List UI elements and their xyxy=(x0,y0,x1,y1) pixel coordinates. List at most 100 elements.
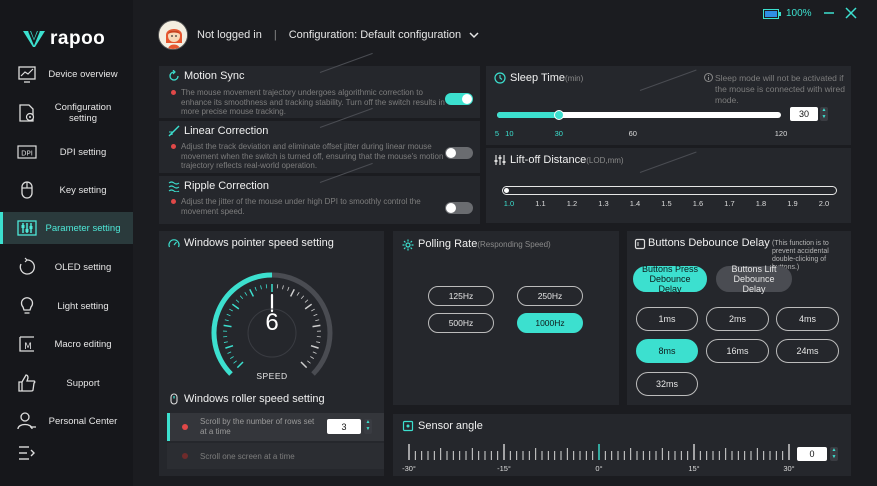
sleep-tick-label: 5 xyxy=(494,129,500,138)
gauge-tick xyxy=(230,356,234,359)
lift-off-tick-label: 1.2 xyxy=(566,199,578,208)
debounce-4ms-button[interactable]: 4ms xyxy=(776,307,839,331)
minimize-icon[interactable] xyxy=(821,5,837,21)
rapoo-v-logo-icon xyxy=(23,30,45,47)
sleep-tick-label: 120 xyxy=(774,129,788,138)
oled-icon xyxy=(19,257,35,275)
radio-unselected[interactable] xyxy=(182,453,188,459)
debounce-2ms-button[interactable]: 2ms xyxy=(706,307,769,331)
bulb-icon xyxy=(20,297,34,314)
battery-percent: 100% xyxy=(786,8,812,19)
lift-off-tick-label: 1.4 xyxy=(629,199,641,208)
gauge-tick xyxy=(313,313,318,317)
sleep-time-value[interactable]: 30 xyxy=(790,107,818,121)
gauge-tick xyxy=(236,361,244,369)
status-dot xyxy=(171,90,176,95)
pointer-speed-title: Windows pointer speed setting xyxy=(184,237,334,249)
gauge-tick xyxy=(223,341,228,343)
configuration-select[interactable]: Configuration: Default configuration xyxy=(289,29,461,41)
sidebar-item-support[interactable]: Support xyxy=(0,367,133,399)
sleep-time-note: Sleep mode will not be activated if the … xyxy=(715,73,845,105)
polling-1000hz-button[interactable]: 1000Hz xyxy=(517,313,583,333)
pointer-speed-caption: SPEED xyxy=(256,371,288,381)
gauge-tick xyxy=(304,299,309,303)
radio-selected[interactable] xyxy=(182,424,188,430)
debounce-press-mode-button[interactable]: Buttons Press Debounce Delay xyxy=(633,264,707,294)
sidebar-item-configuration-setting[interactable]: Configuration setting xyxy=(0,97,133,129)
sensor-angle-tick-label: 30° xyxy=(783,464,795,473)
sidebar-item-label: Configuration setting xyxy=(54,102,112,124)
ripple-correction-toggle[interactable] xyxy=(445,202,473,214)
polling-500hz-button[interactable]: 500Hz xyxy=(428,313,494,333)
roller-rows-value[interactable]: 3 xyxy=(327,419,361,434)
login-status[interactable]: Not logged in xyxy=(197,29,262,41)
sensor-angle-scale[interactable] xyxy=(407,442,793,462)
sidebar-item-label: Device overview xyxy=(48,68,118,80)
debounce-panel: Buttons Debounce Delay (This function is… xyxy=(627,231,851,405)
roller-option-rows[interactable]: Scroll by the number of rows set at a ti… xyxy=(167,413,384,441)
gauge-tick xyxy=(225,344,234,349)
sidebar-item-light-setting[interactable]: Light setting xyxy=(0,290,133,322)
sleep-time-stepper[interactable]: ▲ ▼ xyxy=(820,107,828,121)
gauge-tick xyxy=(227,351,232,354)
roller-rows-stepper[interactable]: ▲ ▼ xyxy=(364,419,372,434)
lift-off-tick-label: 1.5 xyxy=(661,199,672,208)
linear-correction-toggle[interactable] xyxy=(445,147,473,159)
lift-off-slider-track[interactable] xyxy=(502,186,837,195)
sidebar-item-oled-setting[interactable]: OLED setting xyxy=(0,251,133,283)
avatar[interactable] xyxy=(158,20,188,50)
motion-sync-description: The mouse movement trajectory undergoes … xyxy=(181,88,445,116)
debounce-title: Buttons Debounce Delay xyxy=(648,237,770,249)
selection-indicator xyxy=(167,413,170,441)
lift-off-tick-label: 1.3 xyxy=(598,199,609,208)
sensor-angle-panel: Sensor angle -30° -15° 0° 15° 30° 0 ▲ ▼ xyxy=(393,414,851,476)
sensor-angle-value[interactable]: 0 xyxy=(797,447,827,461)
roller-speed-title: Windows roller speed setting xyxy=(184,393,325,405)
sidebar-item-dpi-setting[interactable]: DPI DPI setting xyxy=(0,136,133,168)
sidebar-item-personal-center[interactable]: Personal Center xyxy=(0,405,133,437)
sensor-angle-tick-label: -30° xyxy=(402,464,416,473)
chevron-down-icon[interactable] xyxy=(469,31,479,39)
sidebar-item-parameter-setting[interactable]: Parameter setting xyxy=(0,212,133,244)
linear-correction-description: Adjust the track deviation and eliminate… xyxy=(181,142,444,170)
sidebar-item-macro-editing[interactable]: M Macro editing xyxy=(0,328,133,360)
debounce-24ms-button[interactable]: 24ms xyxy=(776,339,839,363)
sensor-angle-stepper[interactable]: ▲ ▼ xyxy=(830,447,838,461)
collapse-menu-icon[interactable] xyxy=(17,444,37,462)
gauge-tick xyxy=(244,292,248,296)
linear-correction-panel: Linear Correction Adjust the track devia… xyxy=(159,121,480,173)
roller-option-screen[interactable]: Scroll one screen at a time xyxy=(167,443,384,469)
sleep-tick-label: 10 xyxy=(505,129,514,138)
polling-250hz-button[interactable]: 250Hz xyxy=(517,286,583,306)
gauge-tick xyxy=(235,299,240,303)
sidebar-item-label: Support xyxy=(66,377,100,389)
logo-text: rapoo xyxy=(50,28,106,49)
motion-sync-toggle[interactable] xyxy=(445,93,473,105)
pointer-speed-panel: Windows pointer speed setting 6 SPEED Wi… xyxy=(159,231,384,476)
debounce-16ms-button[interactable]: 16ms xyxy=(706,339,769,363)
lift-off-slider-thumb[interactable] xyxy=(504,188,509,193)
gauge-tick xyxy=(300,361,308,369)
roller-option-screen-label: Scroll one screen at a time xyxy=(200,452,295,461)
lift-off-tick-label: 1.7 xyxy=(724,199,735,208)
gauge-tick xyxy=(233,360,237,364)
debounce-lift-mode-button[interactable]: Buttons Lift Debounce Delay xyxy=(716,264,792,294)
sidebar-item-device-overview[interactable]: Device overview xyxy=(0,58,133,90)
sleep-time-panel: Sleep Time(min) Sleep mode will not be a… xyxy=(486,66,851,145)
status-dot xyxy=(171,144,176,149)
sleep-time-slider-track[interactable] xyxy=(497,110,781,120)
sidebar-item-key-setting[interactable]: Key setting xyxy=(0,174,133,206)
debounce-32ms-button[interactable]: 32ms xyxy=(636,372,698,396)
macro-icon: M xyxy=(19,336,34,352)
gauge-tick xyxy=(287,286,290,291)
gauge-tick xyxy=(300,295,305,300)
sensor-angle-tick-label: -15° xyxy=(497,464,511,473)
sidebar-item-label: Parameter setting xyxy=(45,222,121,234)
lift-off-icon xyxy=(494,155,506,165)
debounce-1ms-button[interactable]: 1ms xyxy=(636,307,698,331)
polling-125hz-button[interactable]: 125Hz xyxy=(428,286,494,306)
debounce-8ms-button[interactable]: 8ms xyxy=(636,339,698,363)
close-icon[interactable] xyxy=(843,5,859,21)
header: Not logged in | Configuration: Default c… xyxy=(158,20,479,50)
sleep-time-slider-thumb[interactable] xyxy=(553,110,564,120)
